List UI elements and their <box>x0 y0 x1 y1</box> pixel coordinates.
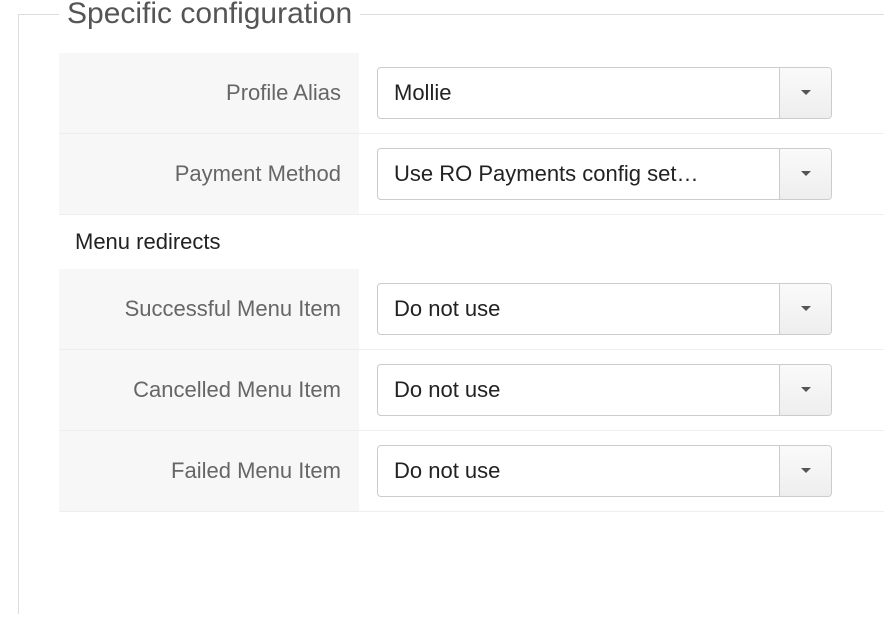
profile-alias-value: Mollie <box>378 68 779 118</box>
successful-menu-item-value: Do not use <box>378 284 779 334</box>
caret-down-icon[interactable] <box>779 365 831 415</box>
profile-alias-select[interactable]: Mollie <box>377 67 832 119</box>
profile-alias-label: Profile Alias <box>59 53 359 133</box>
profile-alias-row: Profile Alias Mollie <box>59 53 884 134</box>
caret-down-icon[interactable] <box>779 68 831 118</box>
failed-menu-item-select[interactable]: Do not use <box>377 445 832 497</box>
cancelled-menu-item-label: Cancelled Menu Item <box>59 350 359 430</box>
failed-menu-item-label: Failed Menu Item <box>59 431 359 511</box>
successful-menu-item-select[interactable]: Do not use <box>377 283 832 335</box>
caret-down-icon[interactable] <box>779 149 831 199</box>
caret-down-icon[interactable] <box>779 446 831 496</box>
menu-redirects-heading: Menu redirects <box>59 215 884 269</box>
successful-menu-item-label: Successful Menu Item <box>59 269 359 349</box>
successful-menu-item-row: Successful Menu Item Do not use <box>59 269 884 350</box>
cancelled-menu-item-row: Cancelled Menu Item Do not use <box>59 350 884 431</box>
failed-menu-item-value: Do not use <box>378 446 779 496</box>
payment-method-value: Use RO Payments config set… <box>378 149 779 199</box>
payment-method-select[interactable]: Use RO Payments config set… <box>377 148 832 200</box>
specific-configuration-fieldset: Specific configuration Profile Alias Mol… <box>18 14 884 614</box>
payment-method-label: Payment Method <box>59 134 359 214</box>
caret-down-icon[interactable] <box>779 284 831 334</box>
fieldset-legend: Specific configuration <box>59 0 360 31</box>
cancelled-menu-item-value: Do not use <box>378 365 779 415</box>
payment-method-row: Payment Method Use RO Payments config se… <box>59 134 884 215</box>
failed-menu-item-row: Failed Menu Item Do not use <box>59 431 884 512</box>
cancelled-menu-item-select[interactable]: Do not use <box>377 364 832 416</box>
